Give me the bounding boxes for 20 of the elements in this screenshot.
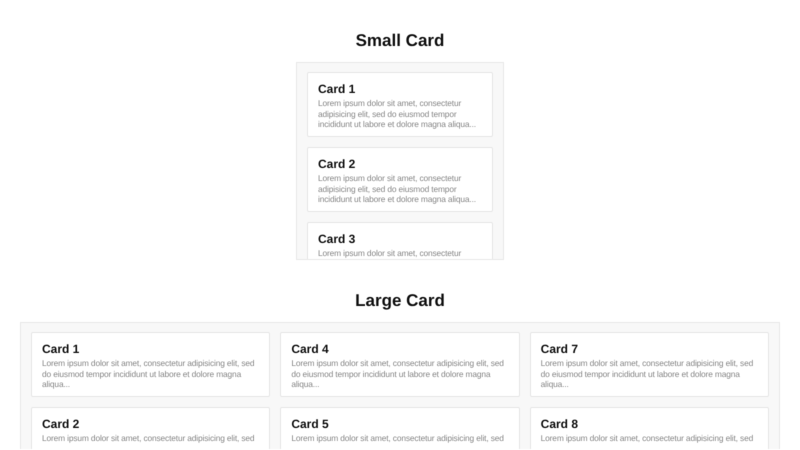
card-description: Lorem ipsum dolor sit amet, consectetur xyxy=(318,248,462,258)
card-title: Card 3 xyxy=(318,232,356,246)
card-description: Lorem ipsum dolor sit amet, consectetur adipisicing elit, sed xyxy=(291,433,505,444)
card-title: Card 7 xyxy=(540,342,580,356)
card-description: Lorem ipsum dolor sit amet, consectetur adipisicing elit, sed do eiusmod tempor incididunt ut labore et dolore magna aliqua... xyxy=(318,173,477,204)
card-description: Lorem ipsum dolor sit amet, consectetur adipisicing elit, sed do eiusmod tempor incididunt ut labore et dolore magna aliqua... xyxy=(540,358,754,390)
card-title: Card 8 xyxy=(540,417,580,431)
card-title: Card 5 xyxy=(291,417,330,431)
card-title: Card 2 xyxy=(42,417,80,431)
card-title: Card 1 xyxy=(318,82,356,96)
card-description: Lorem ipsum dolor sit amet, consectetur adipisicing elit, sed xyxy=(540,433,754,444)
card-description: Lorem ipsum dolor sit amet, consectetur adipisicing elit, sed do eiusmod tempor incididunt ut labore et dolore magna aliqua... xyxy=(42,358,256,390)
card-title: Card 1 xyxy=(42,342,80,356)
card-description: Lorem ipsum dolor sit amet, consectetur adipisicing elit, sed xyxy=(42,433,256,444)
card-title: Card 4 xyxy=(291,342,330,356)
card-description: Lorem ipsum dolor sit amet, consectetur adipisicing elit, sed do eiusmod tempor incididunt ut labore et dolore magna aliqua... xyxy=(318,98,477,130)
card-description: Lorem ipsum dolor sit amet, consectetur adipisicing elit, sed do eiusmod tempor incididunt ut labore et dolore magna aliqua... xyxy=(291,358,505,390)
section-heading: Large Card xyxy=(355,291,445,311)
card-title: Card 2 xyxy=(318,157,356,171)
section-heading: Small Card xyxy=(356,31,444,51)
